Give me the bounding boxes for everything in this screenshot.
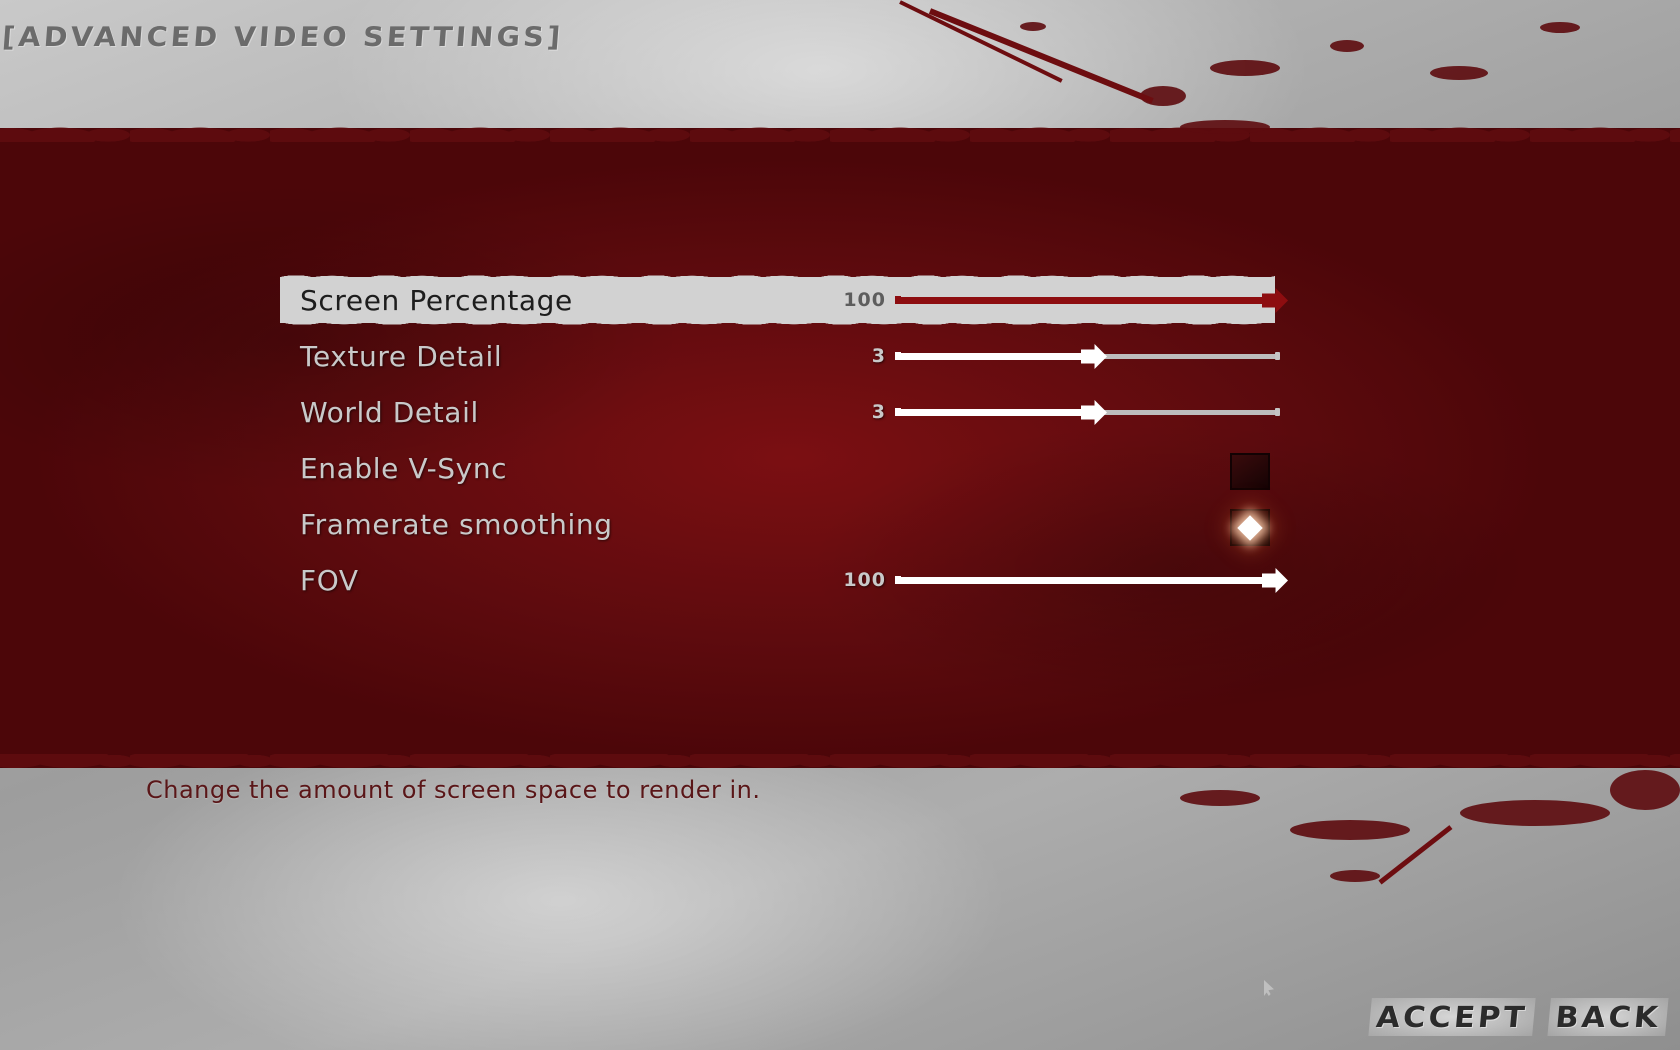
paint-splatter — [1290, 820, 1410, 840]
accept-button[interactable]: ACCEPT — [1368, 998, 1536, 1036]
page-title: [ADVANCED VIDEO SETTINGS] — [0, 22, 565, 53]
paint-splatter — [1460, 800, 1610, 826]
slider-world-detail[interactable]: 3 — [840, 384, 1280, 440]
slider-texture-detail[interactable]: 3 — [840, 328, 1280, 384]
checkbox-enable-vsync[interactable] — [1230, 453, 1270, 490]
setting-label: World Detail — [300, 395, 479, 429]
slider-handle-icon[interactable] — [1081, 344, 1107, 369]
paint-streak — [899, 0, 1063, 83]
band-top-edge — [0, 116, 1680, 142]
slider-fill — [898, 409, 1089, 416]
slider-end-cap — [1275, 352, 1280, 360]
slider-fill — [898, 297, 1280, 304]
setting-row-enable-vsync[interactable]: Enable V-Sync — [280, 440, 1280, 496]
setting-description: Change the amount of screen space to ren… — [146, 776, 761, 804]
slider-fov[interactable]: 100 — [840, 552, 1288, 608]
setting-row-texture-detail[interactable]: Texture Detail 3 — [280, 328, 1280, 384]
slider-value: 100 — [843, 569, 886, 591]
checkbox-framerate-smoothing[interactable] — [1230, 509, 1270, 546]
setting-row-framerate-smoothing[interactable]: Framerate smoothing — [280, 496, 1280, 552]
slider-value: 3 — [871, 401, 886, 423]
setting-label: FOV — [300, 563, 359, 597]
back-button[interactable]: BACK — [1547, 998, 1669, 1036]
paint-splatter — [1610, 770, 1680, 810]
settings-list: Screen Percentage 100 Texture Detail 3 W… — [280, 271, 1288, 608]
paint-splatter — [1180, 790, 1260, 806]
setting-row-fov[interactable]: FOV 100 — [280, 552, 1288, 608]
setting-row-world-detail[interactable]: World Detail 3 — [280, 384, 1280, 440]
slider-track[interactable] — [895, 568, 1288, 593]
slider-value: 100 — [843, 289, 886, 311]
setting-row-screen-percentage[interactable]: Screen Percentage 100 — [280, 271, 1288, 329]
setting-label: Texture Detail — [300, 339, 503, 373]
slider-track[interactable] — [895, 344, 1280, 369]
paint-splatter — [1540, 22, 1580, 33]
setting-label: Enable V-Sync — [300, 451, 508, 485]
mouse-pointer-icon — [1264, 980, 1274, 996]
slider-fill — [898, 577, 1280, 584]
slider-handle-icon[interactable] — [1081, 400, 1107, 425]
slider-track[interactable] — [895, 288, 1288, 313]
slider-fill — [898, 353, 1089, 360]
slider-value: 3 — [871, 345, 886, 367]
slider-track[interactable] — [895, 400, 1280, 425]
button-bar: ACCEPT BACK — [1368, 998, 1669, 1036]
paint-splatter — [1210, 60, 1280, 76]
slider-screen-percentage[interactable]: 100 — [840, 272, 1288, 328]
paint-splatter — [1330, 40, 1364, 52]
paint-splatter — [1330, 870, 1380, 882]
game-settings-screen: [ADVANCED VIDEO SETTINGS] Screen Percent… — [0, 0, 1680, 1050]
paint-splatter — [1180, 120, 1270, 134]
slider-end-cap — [1275, 408, 1280, 416]
setting-label: Framerate smoothing — [300, 507, 613, 541]
setting-label: Screen Percentage — [300, 283, 573, 317]
paint-splatter — [1020, 22, 1046, 31]
paint-splatter — [1430, 66, 1488, 80]
checkmark-diamond-icon — [1237, 514, 1263, 541]
